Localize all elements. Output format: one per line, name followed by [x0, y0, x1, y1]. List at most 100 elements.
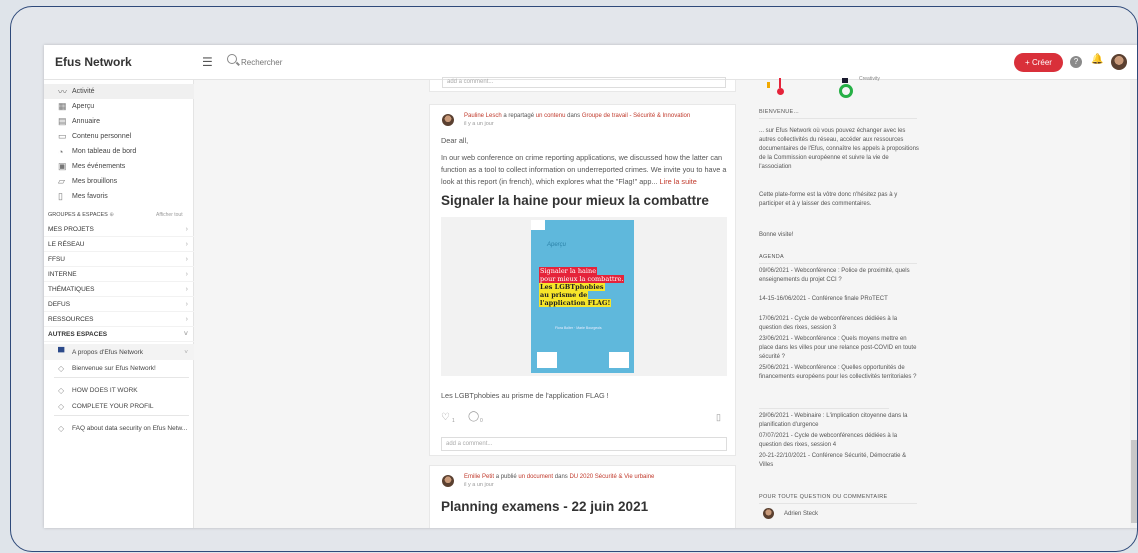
author-link[interactable]: Pauline Lesch	[464, 113, 502, 119]
space-icon: ◇	[58, 363, 65, 373]
app-window: Efus Network ☰ + Créer ? 🔔 〰 Activité ▦ Ap…	[44, 45, 1137, 528]
creativity-graphic	[842, 78, 848, 83]
dashboard-icon: ◔	[58, 146, 64, 157]
post-title[interactable]: Signaler la haine pour mieux la combattr…	[441, 193, 733, 208]
author-link[interactable]: Emilie Petit	[464, 474, 494, 480]
sidebar-item-apercu[interactable]: ▦ Aperçu	[44, 99, 194, 114]
agenda-item[interactable]: 20-21-22/10/2021 - Conférence Sécurité, …	[759, 452, 919, 470]
content-link[interactable]: un contenu	[536, 113, 566, 119]
creativity-graphic	[767, 82, 770, 88]
agenda-item[interactable]: 07/07/2021 - Cycle de webconférences déd…	[759, 432, 919, 450]
scrollbar-thumb[interactable]	[1131, 440, 1137, 523]
section-autres-espaces[interactable]: AUTRES ESPACES ˅	[44, 328, 194, 342]
sidebar-item-favoris[interactable]: ▯ Mes favoris	[44, 189, 194, 204]
previous-post-card: add a comment...	[429, 77, 736, 92]
post-header: Pauline Lesch a repartagé un contenu dan…	[464, 113, 734, 119]
space-label: A propos d'Efus Network	[72, 348, 143, 356]
bookmark-icon[interactable]: ▯	[716, 412, 721, 423]
cover-line: Signaler la haine	[539, 267, 598, 275]
sidebar-item-brouillons[interactable]: ▱ Mes brouillons	[44, 174, 194, 189]
section-thematiques[interactable]: THÉMATIQUES ›	[44, 283, 194, 297]
read-more-link[interactable]: Lire la suite	[660, 177, 697, 186]
section-ressources[interactable]: RESSOURCES ›	[44, 313, 194, 327]
like-icon[interactable]: ♡	[441, 412, 450, 423]
section-le-reseau[interactable]: LE RÉSEAU ›	[44, 238, 194, 252]
grid-icon: ▦	[58, 101, 67, 111]
agenda-item[interactable]: 17/06/2021 - Cycle de webconférences déd…	[759, 315, 919, 333]
divider	[759, 118, 917, 119]
space-faq[interactable]: ◇ FAQ about data security on Efus Netw...	[44, 420, 194, 436]
cover-line: Les LGBTphobies	[539, 283, 605, 291]
space-bienvenue[interactable]: ◇ Bienvenue sur Efus Network!	[44, 360, 194, 376]
contact-name[interactable]: Adrien Steck	[784, 510, 944, 519]
sidebar-item-activite[interactable]: 〰 Activité	[44, 84, 194, 99]
draft-icon: ▱	[58, 176, 65, 186]
group-link[interactable]: Groupe de travail - Sécurité & Innovatio…	[582, 113, 690, 119]
space-logo-icon: ▀	[58, 347, 65, 357]
post-time: il y a un jour	[464, 121, 494, 127]
space-label: FAQ about data security on Efus Netw...	[72, 424, 188, 432]
sidebar-item-annuaire[interactable]: ▤ Annuaire	[44, 114, 194, 129]
action-text: a repartagé	[503, 113, 535, 119]
cover-logo-left	[537, 352, 557, 368]
app-logo[interactable]: Efus Network	[55, 55, 132, 69]
divider	[759, 263, 917, 264]
space-label: COMPLETE YOUR PROFIL	[72, 402, 154, 410]
section-ffsu[interactable]: FFSU ›	[44, 253, 194, 267]
post-time: il y a un jour	[464, 482, 494, 488]
post-card: Emilie Petit a publié un document dans D…	[429, 465, 736, 528]
comment-input[interactable]: add a comment...	[442, 77, 726, 88]
add-group-icon[interactable]: ⊕	[109, 212, 114, 218]
create-button[interactable]: + Créer	[1014, 53, 1063, 72]
creativity-label: Creativity	[859, 76, 880, 82]
chevron-right-icon: ›	[185, 256, 188, 263]
menu-icon[interactable]: ☰	[202, 55, 213, 69]
bell-icon[interactable]: 🔔	[1091, 54, 1103, 65]
agenda-item[interactable]: 25/06/2021 - Webconférence : Quelles opp…	[759, 364, 919, 382]
cover-line: au prisme de	[539, 291, 589, 299]
agenda-item[interactable]: 23/06/2021 - Webconférence : Quels moyen…	[759, 335, 919, 362]
divider	[54, 415, 189, 416]
agenda-item[interactable]: 29/06/2021 - Webinaire : L'implication c…	[759, 412, 919, 430]
space-complete-profil[interactable]: ◇ COMPLETE YOUR PROFIL	[44, 398, 194, 414]
section-defus[interactable]: DEFUS ›	[44, 298, 194, 312]
content-link[interactable]: un document	[518, 474, 553, 480]
divider	[759, 503, 917, 504]
group-link[interactable]: DU 2020 Sécurité & Vie urbaine	[569, 474, 654, 480]
section-label: LE RÉSEAU	[48, 241, 85, 248]
show-all-link[interactable]: Afficher tout	[156, 212, 183, 218]
sidebar-item-tableau[interactable]: ◔ Mon tableau de bord	[44, 144, 194, 159]
action-text: a publié	[495, 474, 517, 480]
agenda-item[interactable]: 09/06/2021 - Webconférence : Police de p…	[759, 267, 919, 285]
help-icon[interactable]: ?	[1070, 56, 1082, 68]
section-label: RESSOURCES	[48, 316, 94, 323]
sidebar-item-contenu[interactable]: ▭ Contenu personnel	[44, 129, 194, 144]
post-header: Emilie Petit a publié un document dans D…	[464, 474, 734, 480]
search-input[interactable]	[241, 54, 491, 70]
comment-input[interactable]: add a comment...	[441, 437, 727, 451]
sidebar-item-evenements[interactable]: ▣ Mes événements	[44, 159, 194, 174]
section-label: FFSU	[48, 256, 65, 263]
welcome-text-3: Bonne visite!	[759, 232, 794, 238]
contact-avatar[interactable]	[763, 508, 774, 519]
cover-authors: Flora Bolter · Marie Bourgeois	[555, 326, 602, 330]
sidebar-item-label: Mes brouillons	[72, 178, 118, 185]
section-interne[interactable]: INTERNE ›	[44, 268, 194, 282]
post-greeting: Dear all,	[441, 136, 469, 145]
author-avatar[interactable]	[442, 475, 454, 487]
user-avatar[interactable]	[1111, 54, 1127, 70]
space-a-propos[interactable]: ▀ A propos d'Efus Network ˅	[44, 344, 194, 360]
space-label: Bienvenue sur Efus Network!	[72, 364, 156, 372]
cover-line: pour mieux la combattre.	[539, 275, 625, 283]
post-title[interactable]: Planning examens - 22 juin 2021	[441, 499, 648, 514]
section-mes-projets[interactable]: MES PROJETS ›	[44, 223, 194, 237]
preview-area[interactable]: Aperçu Signaler la haine pour mieux la c…	[441, 217, 727, 376]
author-avatar[interactable]	[442, 114, 454, 126]
space-how-it-works[interactable]: ◇ HOW DOES IT WORK	[44, 382, 194, 398]
comment-icon[interactable]: ◯	[468, 411, 479, 422]
agenda-item[interactable]: 14-15-16/06/2021 - Conférence finale PRo…	[759, 295, 919, 304]
sidebar-item-label: Aperçu	[72, 103, 95, 110]
sidebar-item-label: Annuaire	[72, 118, 101, 125]
welcome-text-2: Cette plate-forme est la vôtre donc n'hé…	[759, 192, 898, 207]
space-icon: ◇	[58, 401, 65, 411]
